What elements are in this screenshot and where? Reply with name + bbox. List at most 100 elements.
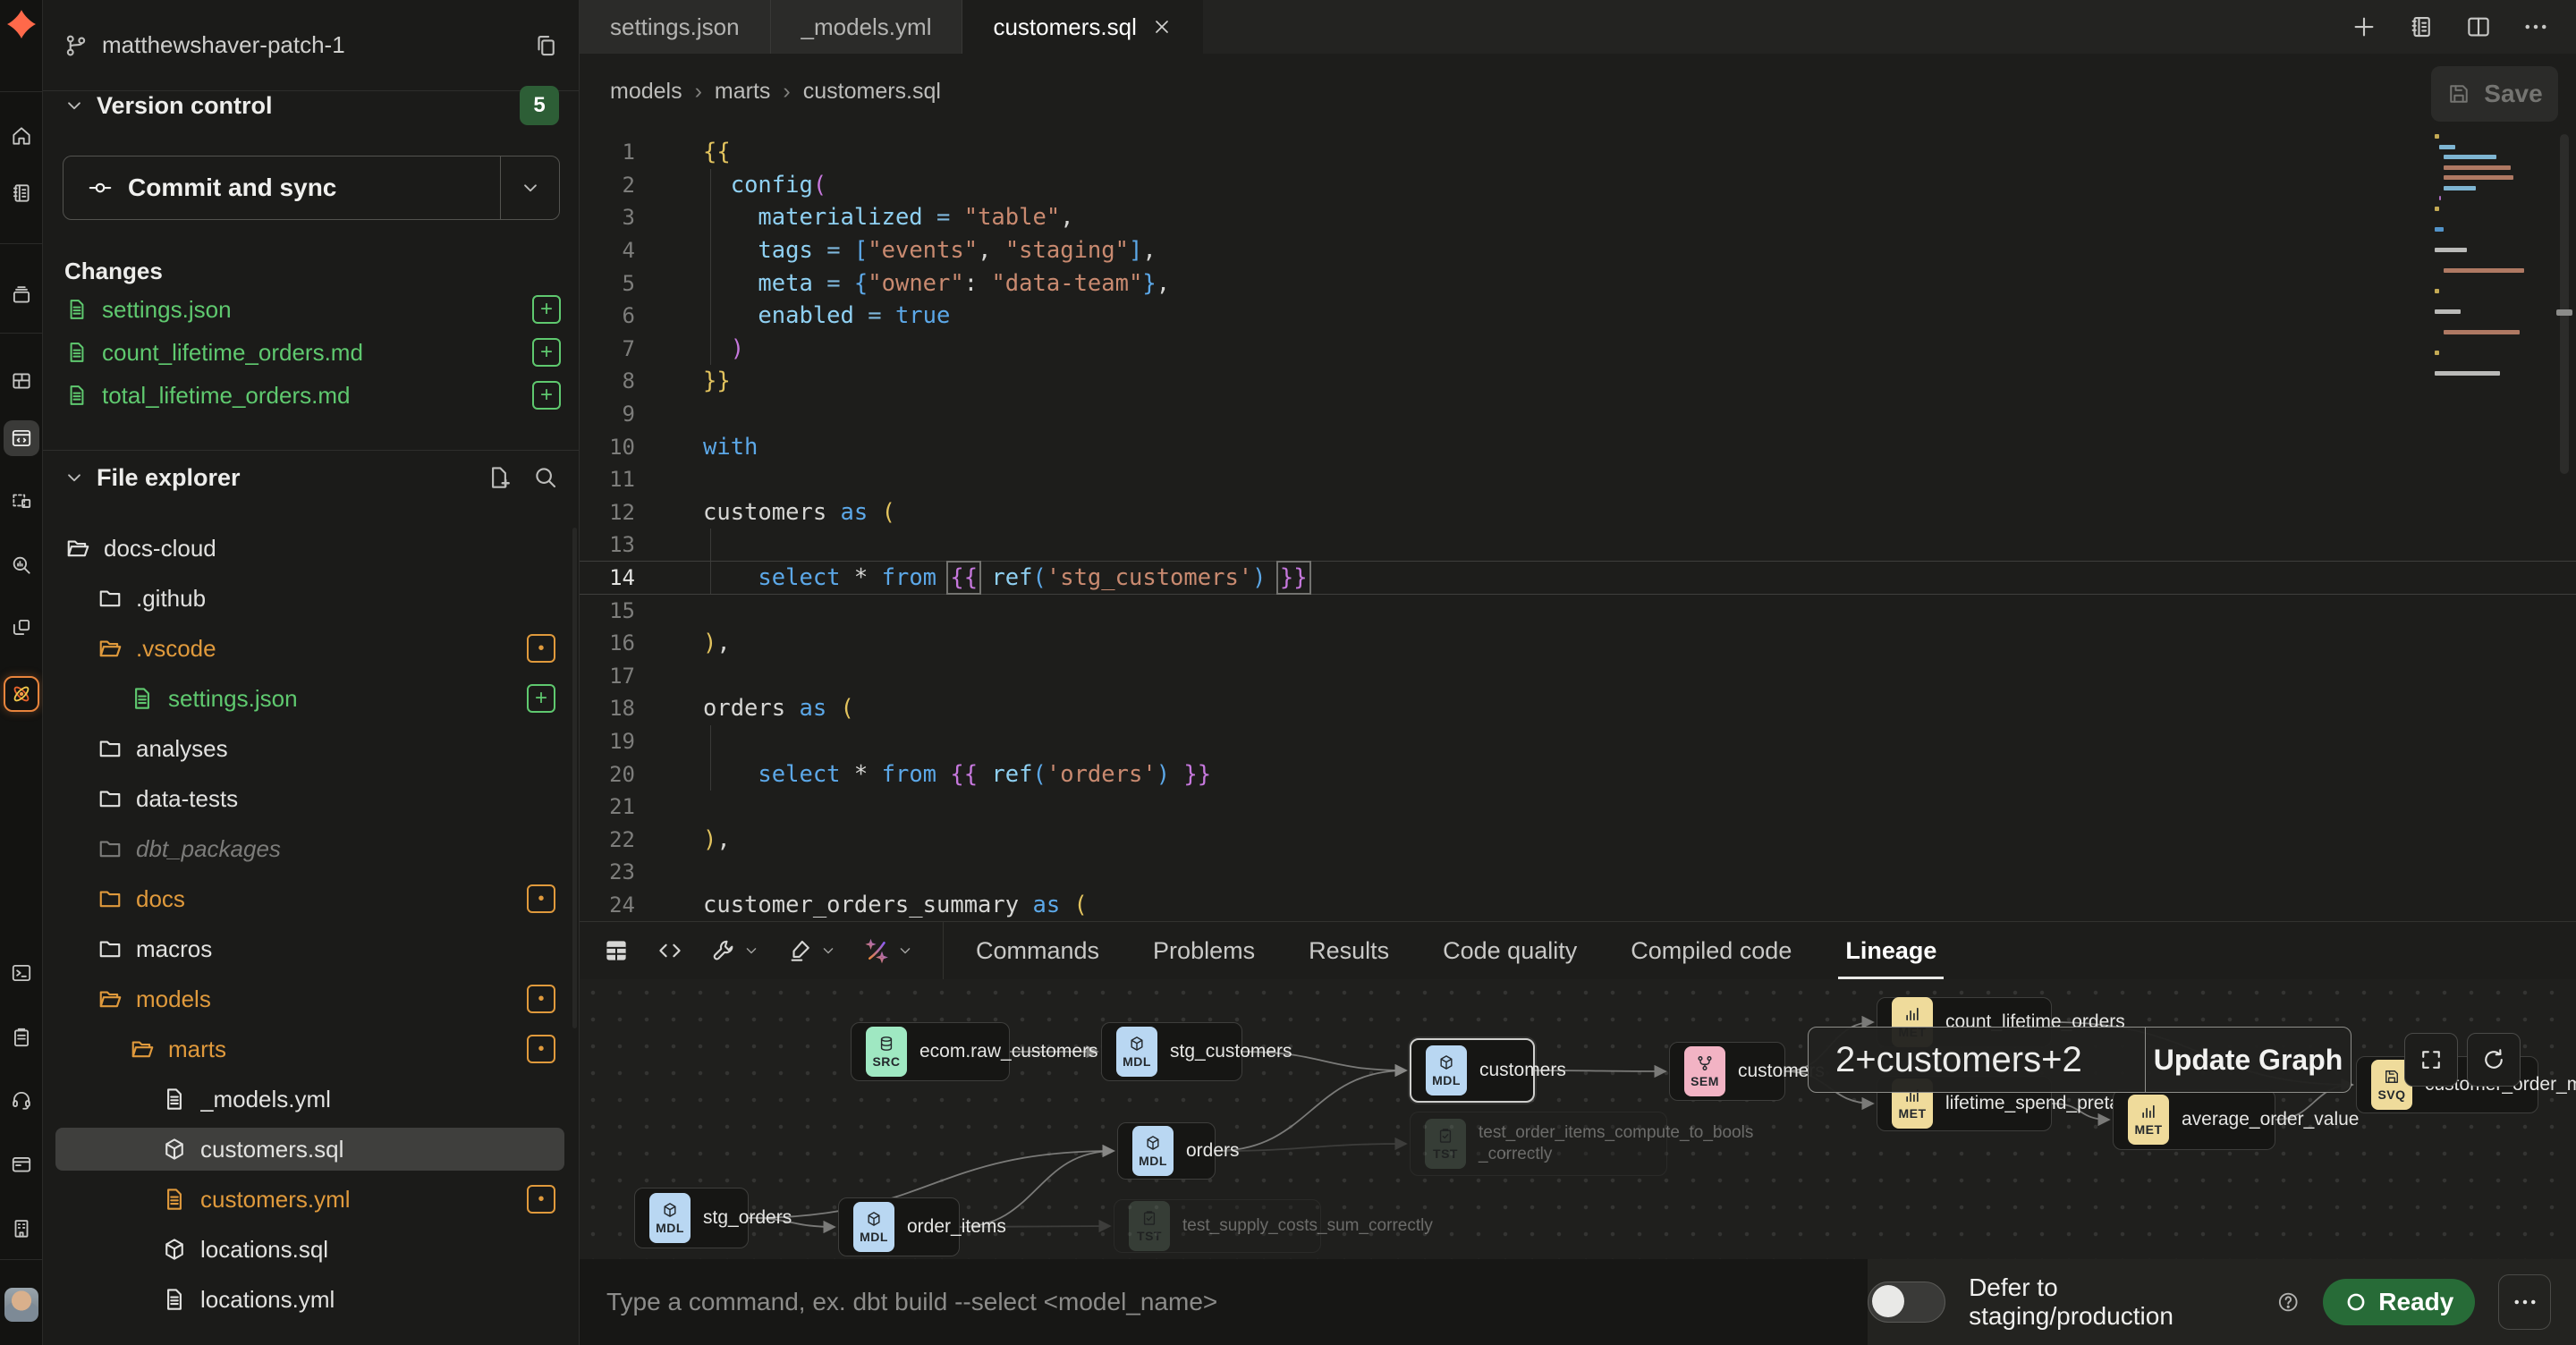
tree-item-analyses[interactable]: analyses	[55, 727, 564, 770]
visual-editor-icon[interactable]	[4, 483, 39, 519]
code-line-15[interactable]: 15	[580, 594, 2576, 627]
fullscreen-button[interactable]	[2404, 1033, 2458, 1087]
orchestration-icon[interactable]	[4, 610, 39, 646]
panel-tab-compiled-code[interactable]: Compiled code	[1604, 922, 1818, 979]
tree-item-dbt-packages[interactable]: dbt_packages	[55, 827, 564, 870]
code-line-20[interactable]: 20 select * from {{ ref('orders') }}	[580, 757, 2576, 791]
tree-item--vscode[interactable]: .vscode•	[55, 627, 564, 670]
panel-tab-results[interactable]: Results	[1282, 922, 1416, 979]
preview-table-icon[interactable]	[603, 937, 630, 964]
code-line-24[interactable]: 24customer_orders_summary as (	[580, 889, 2576, 922]
dbt-logo-icon[interactable]	[6, 9, 37, 39]
code-line-6[interactable]: 6 enabled = true	[580, 300, 2576, 333]
help-icon[interactable]	[2276, 1290, 2300, 1315]
lineage-node-stg_orders[interactable]: MDLstg_orders	[634, 1188, 749, 1248]
code-line-10[interactable]: 10with	[580, 430, 2576, 463]
tree-item--github[interactable]: .github	[55, 577, 564, 620]
user-avatar[interactable]	[4, 1288, 38, 1322]
format-tools-group[interactable]	[787, 937, 837, 964]
update-graph-button[interactable]: Update Graph	[2145, 1028, 2351, 1092]
code-line-11[interactable]: 11	[580, 463, 2576, 496]
tree-item-settings-json[interactable]: settings.json+	[55, 677, 564, 720]
panel-tab-code-quality[interactable]: Code quality	[1416, 922, 1604, 979]
stage-file-button[interactable]: +	[532, 338, 561, 367]
docs-icon[interactable]	[4, 175, 39, 211]
more-options-icon[interactable]	[2522, 13, 2549, 40]
changed-file-row[interactable]: total_lifetime_orders.md+	[64, 374, 561, 417]
lineage-node-tst_supply[interactable]: TSTtest_supply_costs_sum_correctly	[1114, 1199, 1321, 1253]
organization-icon[interactable]	[4, 1211, 39, 1247]
code-line-19[interactable]: 19	[580, 725, 2576, 758]
build-tools-group[interactable]	[710, 937, 760, 964]
lineage-node-order_items[interactable]: MDLorder_items	[838, 1197, 960, 1256]
code-area[interactable]: 1{{2 config(3 materialized = "table",4 t…	[580, 136, 2576, 921]
tree-item-marts[interactable]: marts•	[55, 1028, 564, 1070]
projects-icon[interactable]	[4, 277, 39, 313]
code-line-1[interactable]: 1{{	[580, 136, 2576, 169]
new-file-icon[interactable]	[486, 464, 513, 491]
lineage-node-stgc[interactable]: MDLstg_customers	[1101, 1022, 1242, 1081]
code-line-8[interactable]: 8}}	[580, 365, 2576, 398]
notebook-icon[interactable]	[2408, 13, 2435, 40]
lineage-canvas[interactable]: SRCecom.raw_customers MDLstg_customers MDL…	[580, 979, 2576, 1259]
editor-scrollbar[interactable]	[2560, 134, 2569, 474]
defer-toggle[interactable]	[1868, 1282, 1945, 1323]
commit-and-sync-button[interactable]: Commit and sync	[63, 156, 560, 220]
changed-file-row[interactable]: settings.json+	[64, 288, 561, 331]
lineage-node-sem[interactable]: SEMcustomers	[1669, 1042, 1785, 1101]
tree-item--models-yml[interactable]: _models.yml	[55, 1078, 564, 1121]
lineage-node-orders[interactable]: MDLorders	[1117, 1122, 1216, 1180]
lineage-node-tst_bools[interactable]: TSTtest_order_items_compute_to_bools _co…	[1410, 1112, 1667, 1176]
code-line-14[interactable]: 14 select * from {{ ref('stg_customers')…	[580, 562, 2576, 595]
status-more-button[interactable]	[2498, 1274, 2551, 1330]
code-line-13[interactable]: 13	[580, 529, 2576, 562]
panel-tab-problems[interactable]: Problems	[1126, 922, 1282, 979]
search-files-icon[interactable]	[532, 464, 559, 491]
billing-icon[interactable]	[4, 1146, 39, 1182]
tree-item-docs[interactable]: docs•	[55, 877, 564, 920]
code-line-7[interactable]: 7 )	[580, 333, 2576, 366]
panel-tab-lineage[interactable]: Lineage	[1818, 922, 1963, 979]
tree-item-customers-sql[interactable]: customers.sql	[55, 1128, 564, 1171]
stage-file-button[interactable]: +	[532, 295, 561, 324]
support-icon[interactable]	[4, 1082, 39, 1118]
changed-file-row[interactable]: count_lifetime_orders.md+	[64, 331, 561, 374]
breadcrumb-item[interactable]: models	[610, 79, 682, 105]
tree-item-docs-cloud[interactable]: docs-cloud	[55, 527, 564, 570]
tab-settings-json[interactable]: settings.json	[580, 0, 771, 54]
tab--models-yml[interactable]: _models.yml	[771, 0, 963, 54]
panel-tab-commands[interactable]: Commands	[949, 922, 1126, 979]
changelog-icon[interactable]	[4, 1019, 39, 1055]
code-line-22[interactable]: 22),	[580, 823, 2576, 856]
commit-options-dropdown[interactable]	[500, 156, 559, 219]
explore-icon[interactable]	[4, 547, 39, 583]
code-line-4[interactable]: 4 tags = ["events", "staging"],	[580, 234, 2576, 267]
file-explorer-header[interactable]: File explorer	[63, 458, 559, 497]
refresh-lineage-button[interactable]	[2467, 1033, 2521, 1087]
lineage-query-input[interactable]: 2+customers+2	[1809, 1028, 2145, 1092]
catalog-icon[interactable]	[4, 676, 39, 712]
code-line-2[interactable]: 2 config(	[580, 169, 2576, 202]
sidebar-scrollbar[interactable]	[572, 528, 577, 1028]
branch-row[interactable]: matthewshaver-patch-1	[43, 0, 579, 91]
tab-customers-sql[interactable]: customers.sql	[962, 0, 1202, 54]
copy-icon[interactable]	[532, 32, 559, 59]
code-line-23[interactable]: 23	[580, 856, 2576, 889]
code-preview-icon[interactable]	[657, 937, 683, 964]
split-editor-icon[interactable]	[2465, 13, 2492, 40]
tree-item-macros[interactable]: macros	[55, 927, 564, 970]
dashboard-icon[interactable]	[4, 363, 39, 399]
copilot-group[interactable]	[864, 937, 914, 964]
breadcrumb-item[interactable]: marts	[715, 79, 771, 105]
lineage-node-src[interactable]: SRCecom.raw_customers	[851, 1022, 1010, 1081]
version-control-header[interactable]: Version control 5	[63, 86, 559, 125]
terminal-icon[interactable]	[4, 955, 39, 991]
code-line-5[interactable]: 5 meta = {"owner": "data-team"},	[580, 266, 2576, 300]
ready-status-badge[interactable]: Ready	[2323, 1279, 2475, 1325]
code-line-17[interactable]: 17	[580, 660, 2576, 693]
save-button[interactable]: Save	[2431, 66, 2558, 122]
lineage-node-cust[interactable]: MDLcustomers	[1410, 1038, 1535, 1103]
stage-file-button[interactable]: +	[532, 381, 561, 410]
home-icon[interactable]	[4, 118, 39, 154]
tree-item-customers-yml[interactable]: customers.yml•	[55, 1178, 564, 1221]
